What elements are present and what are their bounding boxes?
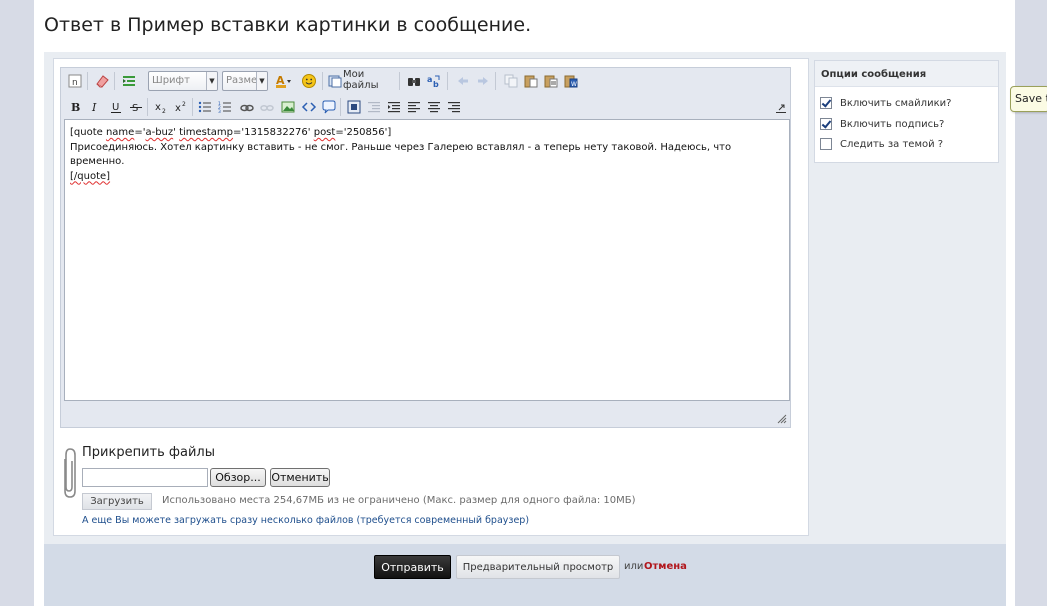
option-smilies[interactable]: Включить смайлики? bbox=[820, 97, 951, 109]
copy-icon[interactable] bbox=[503, 73, 519, 89]
font-family-select[interactable]: Шрифт ▼ bbox=[148, 71, 218, 91]
strikethrough-icon[interactable]: S bbox=[128, 99, 144, 115]
rich-text-editor: n Шрифт ▼ Размер ▼ A Мои файлы ab W B I … bbox=[60, 67, 791, 428]
checkbox-signature[interactable] bbox=[820, 118, 832, 130]
option-signature-label: Включить подпись? bbox=[840, 118, 945, 130]
svg-text:x: x bbox=[175, 103, 181, 114]
quote-open-tag: [quote bbox=[70, 127, 106, 138]
chevron-down-icon: ▼ bbox=[256, 72, 267, 90]
editor-panel: n Шрифт ▼ Размер ▼ A Мои файлы ab W B I … bbox=[53, 58, 809, 536]
align-left-icon[interactable] bbox=[406, 99, 422, 115]
smiley-icon[interactable] bbox=[301, 73, 317, 89]
quote-text: ='1315832276' bbox=[233, 127, 314, 138]
attachments-title: Прикрепить файлы bbox=[82, 445, 215, 460]
editor-toolbar-top: n Шрифт ▼ Размер ▼ A Мои файлы ab W bbox=[63, 69, 788, 94]
eraser-icon[interactable] bbox=[94, 73, 110, 89]
svg-text:3: 3 bbox=[218, 109, 221, 115]
save-tooltip: Save to bbox=[1010, 86, 1047, 112]
svg-text:B: B bbox=[71, 101, 80, 114]
redo-icon[interactable] bbox=[475, 73, 491, 89]
paste-text-icon[interactable] bbox=[543, 73, 559, 89]
cancel-attach-button[interactable]: Отменить bbox=[270, 468, 330, 487]
quote-timestamp-attr: timestamp bbox=[179, 127, 234, 138]
superscript-icon[interactable]: x2 bbox=[173, 99, 189, 115]
find-icon[interactable] bbox=[406, 73, 422, 89]
attachments-section: Прикрепить файлы Обзор... Отменить Загру… bbox=[60, 439, 790, 529]
svg-text:x: x bbox=[155, 102, 161, 113]
storage-usage-text: Использовано места 254,67МБ из не ограни… bbox=[162, 495, 636, 506]
quote-text: ='250856'] bbox=[335, 127, 392, 138]
underline-icon[interactable]: U bbox=[108, 99, 124, 115]
bullet-list-icon[interactable] bbox=[197, 99, 213, 115]
code-icon[interactable] bbox=[301, 99, 317, 115]
upload-button[interactable]: Загрузить bbox=[82, 493, 152, 510]
indent-more-icon[interactable] bbox=[386, 99, 402, 115]
svg-text:I: I bbox=[91, 101, 97, 114]
unlink-icon[interactable] bbox=[259, 99, 275, 115]
svg-text:n: n bbox=[72, 78, 78, 88]
svg-text:W: W bbox=[571, 81, 577, 88]
svg-text:2: 2 bbox=[162, 108, 166, 115]
my-files-icon[interactable] bbox=[327, 73, 343, 89]
link-icon[interactable] bbox=[239, 99, 255, 115]
font-size-select[interactable]: Размер ▼ bbox=[222, 71, 268, 91]
cancel-link[interactable]: Отмена bbox=[644, 561, 687, 572]
or-text: или bbox=[624, 561, 644, 572]
replace-icon[interactable]: ab bbox=[426, 73, 442, 89]
bold-icon[interactable]: B bbox=[67, 99, 83, 115]
media-icon[interactable] bbox=[346, 99, 362, 115]
post-options-title: Опции сообщения bbox=[815, 61, 998, 87]
option-track-topic-label: Следить за темой ? bbox=[840, 138, 944, 150]
svg-text:2: 2 bbox=[182, 101, 186, 108]
paperclip-icon bbox=[64, 448, 76, 498]
page-title: Ответ в Пример вставки картинки в сообще… bbox=[44, 14, 532, 36]
checkbox-track-topic[interactable] bbox=[820, 138, 832, 150]
align-right-icon[interactable] bbox=[446, 99, 462, 115]
checkbox-smilies[interactable] bbox=[820, 97, 832, 109]
quote-icon[interactable] bbox=[321, 99, 337, 115]
text-color-icon[interactable]: A bbox=[275, 73, 291, 89]
page-container: Ответ в Пример вставки картинки в сообще… bbox=[34, 0, 1015, 606]
quote-username: a-buz bbox=[145, 127, 174, 138]
svg-text:a: a bbox=[427, 75, 432, 84]
form-footer: Отправить Предварительный просмотр или О… bbox=[44, 544, 1006, 606]
editor-toolbar-bottom: B I U S x2 x2 123 bbox=[63, 96, 788, 118]
message-textarea[interactable]: [quote name='a-buz' timestamp='131583227… bbox=[64, 119, 790, 401]
svg-text:S: S bbox=[132, 103, 138, 114]
resize-grip-icon[interactable] bbox=[777, 414, 787, 424]
align-center-icon[interactable] bbox=[426, 99, 442, 115]
quote-name-attr: name bbox=[105, 127, 135, 138]
subscript-icon[interactable]: x2 bbox=[153, 99, 169, 115]
multi-upload-link[interactable]: А еще Вы можете загружать сразу нескольк… bbox=[82, 515, 529, 526]
option-track-topic[interactable]: Следить за темой ? bbox=[820, 138, 943, 150]
file-path-input[interactable] bbox=[82, 468, 208, 487]
numbered-list-icon[interactable]: 123 bbox=[217, 99, 233, 115]
browse-button[interactable]: Обзор... bbox=[210, 468, 266, 487]
message-body-text: Присоединяюсь. Хотел картинку вставить -… bbox=[70, 141, 735, 168]
source-mode-icon[interactable]: n bbox=[67, 73, 83, 89]
indent-icon[interactable] bbox=[121, 73, 137, 89]
maximize-icon[interactable] bbox=[773, 100, 789, 116]
paste-word-icon[interactable]: W bbox=[563, 73, 579, 89]
option-smilies-label: Включить смайлики? bbox=[840, 97, 952, 109]
paste-icon[interactable] bbox=[523, 73, 539, 89]
quote-close-tag: [/quote] bbox=[70, 170, 111, 182]
outdent-icon[interactable] bbox=[366, 99, 382, 115]
image-icon[interactable] bbox=[280, 99, 296, 115]
svg-text:U: U bbox=[112, 102, 119, 113]
italic-icon[interactable]: I bbox=[87, 99, 103, 115]
chevron-down-icon: ▼ bbox=[206, 72, 217, 90]
my-files-button[interactable]: Мои файлы bbox=[343, 69, 395, 91]
post-options-panel: Опции сообщения Включить смайлики? Включ… bbox=[814, 60, 999, 163]
undo-icon[interactable] bbox=[455, 73, 471, 89]
svg-text:b: b bbox=[433, 80, 439, 89]
reply-form: n Шрифт ▼ Размер ▼ A Мои файлы ab W B I … bbox=[44, 52, 1006, 606]
option-signature[interactable]: Включить подпись? bbox=[820, 118, 944, 130]
submit-button[interactable]: Отправить bbox=[374, 555, 451, 579]
quote-post-attr: post bbox=[313, 127, 336, 138]
font-select-label: Шрифт bbox=[152, 75, 190, 86]
preview-button[interactable]: Предварительный просмотр bbox=[456, 555, 620, 579]
quote-text: =' bbox=[134, 127, 146, 138]
